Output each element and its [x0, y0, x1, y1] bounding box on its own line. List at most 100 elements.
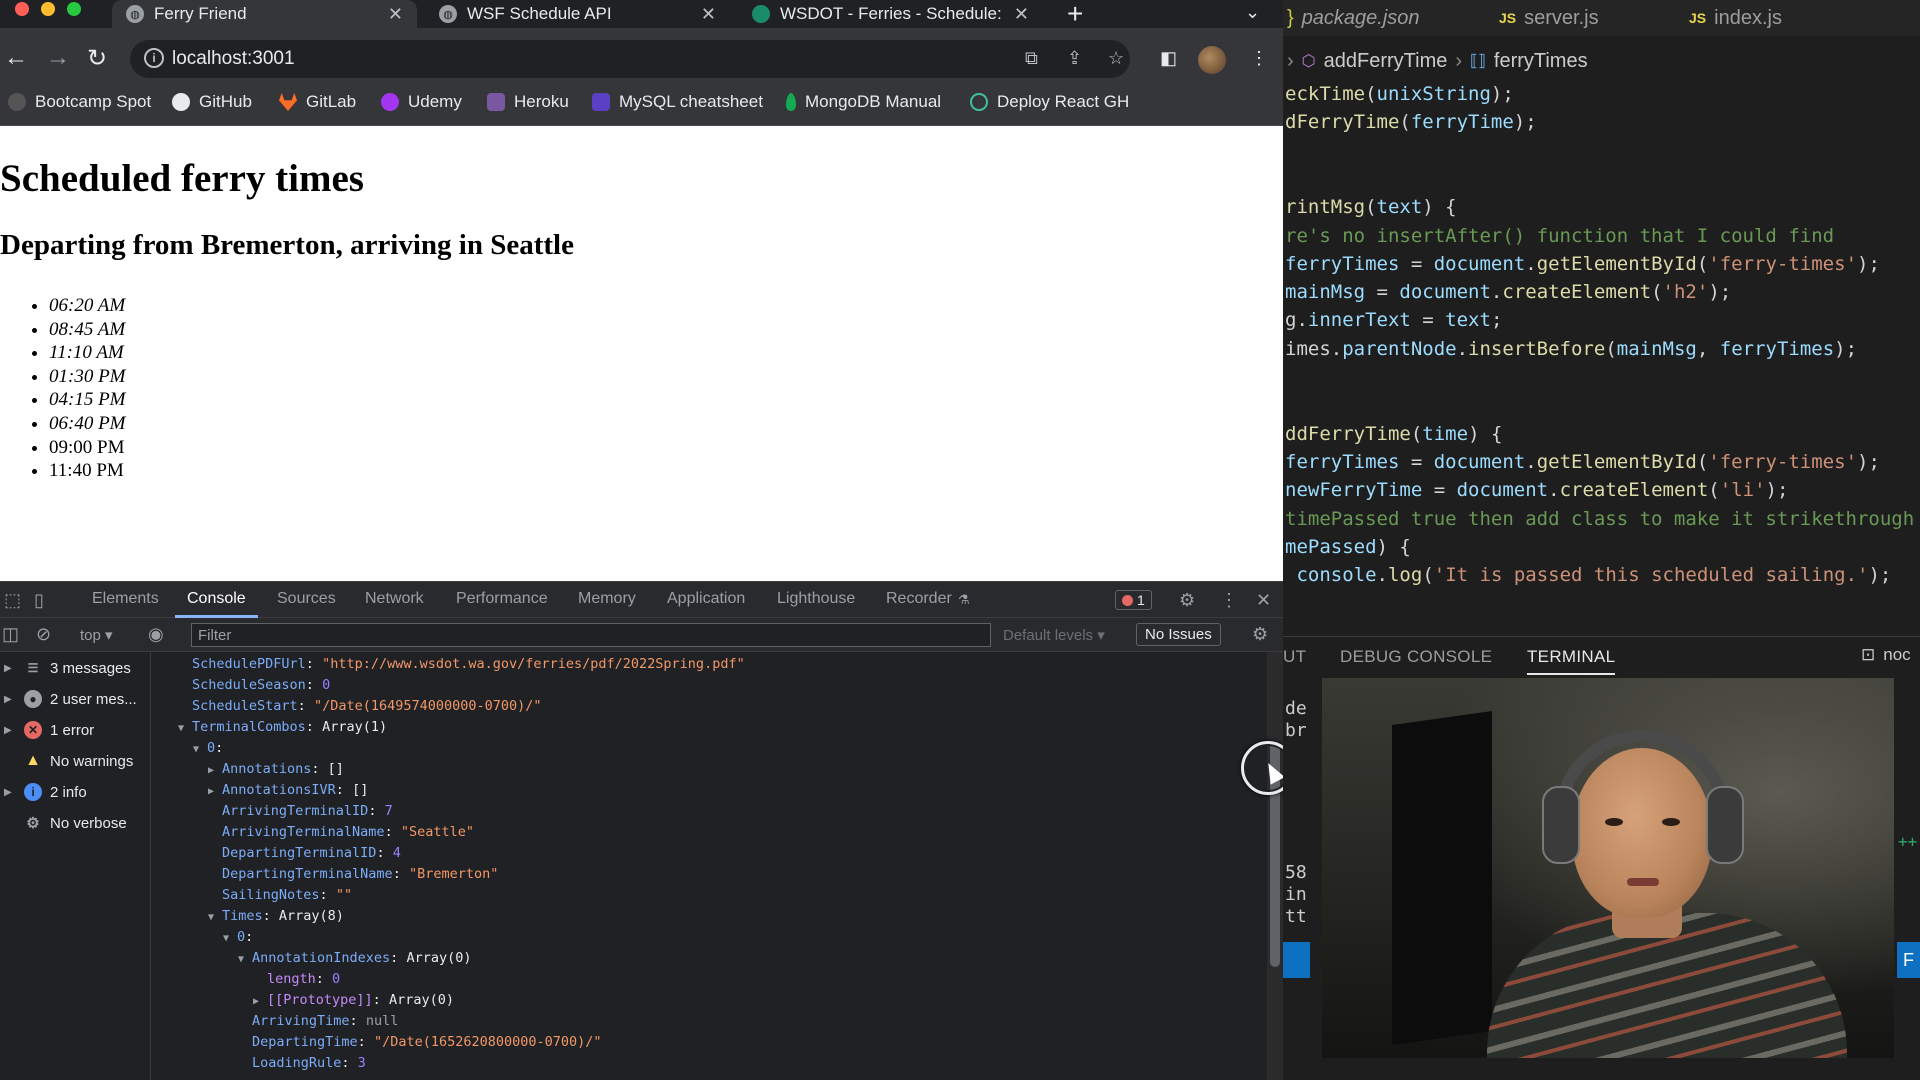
side-panel-icon[interactable]: ◧ [1160, 48, 1177, 69]
expand-arrow-icon[interactable]: ▶ [208, 760, 222, 781]
collapse-arrow-icon[interactable]: ▼ [193, 739, 207, 760]
bookmark-mysql-cheatsheet[interactable]: MySQL cheatsheet [592, 92, 763, 112]
tab-wsf-schedule-api[interactable]: ◍ WSF Schedule API ✕ [425, 0, 730, 28]
tab-index-js[interactable]: JS index.js [1689, 0, 1782, 36]
devtools-tab-console[interactable]: Console [175, 590, 258, 618]
close-window-button[interactable] [15, 2, 29, 16]
expand-arrow-icon[interactable]: ▶ [253, 991, 267, 1012]
code-line[interactable]: g.innerText = text; [1285, 306, 1502, 334]
code-line[interactable]: ferryTimes = document.getElementById('fe… [1285, 250, 1880, 278]
close-tab-icon[interactable]: ✕ [1014, 4, 1029, 25]
console-property-row[interactable]: ▼ Times: Array(8) [208, 906, 344, 927]
code-line[interactable]: eckTime(unixString); [1285, 80, 1514, 108]
collapse-arrow-icon[interactable]: ▼ [238, 949, 252, 970]
maximize-window-button[interactable] [67, 2, 81, 16]
sidebar-item-warnings[interactable]: ▲ No warnings [0, 747, 151, 775]
sidebar-item-info[interactable]: ▶ i 2 info [0, 778, 151, 806]
open-in-app-icon[interactable]: ⧉ [1025, 48, 1038, 69]
console-property-row[interactable]: ▼ 0: [223, 927, 253, 948]
reload-icon[interactable]: ↻ [87, 44, 107, 73]
info-icon[interactable]: i [144, 48, 164, 68]
tab-package-json[interactable]: } package.json [1287, 0, 1420, 36]
code-line[interactable]: mainMsg = document.createElement('h2'); [1285, 278, 1731, 306]
bookmark-heroku[interactable]: Heroku [487, 92, 569, 112]
expand-arrow-icon[interactable]: ▶ [4, 787, 14, 798]
close-tab-icon[interactable]: ✕ [701, 4, 716, 25]
forward-arrow-icon[interactable]: → [46, 44, 70, 72]
bookmark-github[interactable]: GitHub [172, 92, 252, 112]
sidebar-item-errors[interactable]: ▶ ✕ 1 error [0, 716, 151, 744]
expand-arrow-icon[interactable]: ▶ [208, 781, 222, 802]
tab-ferry-friend[interactable]: ◍ Ferry Friend ✕ [112, 0, 417, 28]
code-line[interactable]: re's no insertAfter() function that I co… [1285, 222, 1834, 250]
star-bookmark-icon[interactable]: ☆ [1108, 48, 1124, 69]
code-line[interactable]: dFerryTime(ferryTime); [1285, 108, 1537, 136]
devtools-tab-recorder[interactable]: Recorder [886, 590, 952, 608]
new-tab-plus-icon[interactable]: + [1067, 0, 1083, 30]
sidebar-toggle-icon[interactable]: ◫ [2, 624, 19, 645]
devtools-tab-application[interactable]: Application [667, 590, 745, 608]
bookmark-mongodb-manual[interactable]: MongoDB Manual [786, 92, 941, 112]
code-line[interactable]: rintMsg(text) { [1285, 193, 1457, 221]
terminal-selector[interactable]: ⊡ noc [1861, 645, 1911, 665]
close-icon[interactable]: ✕ [1256, 590, 1271, 611]
log-levels-dropdown[interactable]: Default levels ▾ [1003, 626, 1105, 644]
inspect-element-icon[interactable]: ⬚ [4, 590, 21, 611]
code-line[interactable]: console.log('It is passed this scheduled… [1285, 561, 1891, 589]
console-property-row[interactable]: ▼ 0: [193, 738, 223, 759]
gear-icon[interactable]: ⚙ [1179, 590, 1195, 611]
tab-server-js[interactable]: JS server.js [1499, 0, 1599, 36]
console-property-row[interactable]: ▼ AnnotationIndexes: Array(0) [238, 948, 471, 969]
device-toolbar-icon[interactable]: ▯ [34, 590, 44, 611]
panel-tab-terminal[interactable]: TERMINAL [1527, 647, 1616, 675]
sidebar-item-verbose[interactable]: ⚙ No verbose [0, 809, 151, 837]
issues-button[interactable]: No Issues [1136, 623, 1221, 646]
bookmark-gitlab[interactable]: GitLab [279, 92, 356, 112]
devtools-tab-performance[interactable]: Performance [456, 590, 548, 608]
panel-tab-debug-console[interactable]: DEBUG CONSOLE [1340, 647, 1492, 667]
console-property-row[interactable]: ▶ [[Prototype]]: Array(0) [253, 990, 454, 1011]
bookmark-udemy[interactable]: Udemy [381, 92, 462, 112]
collapse-arrow-icon[interactable]: ▼ [223, 928, 237, 949]
bookmark-bootcamp-spot[interactable]: Bootcamp Spot [8, 92, 151, 112]
tab-wsdot-ferries[interactable]: WSDOT - Ferries - Schedule: S ✕ [738, 0, 1043, 28]
clear-console-icon[interactable]: ⊘ [36, 624, 51, 645]
back-arrow-icon[interactable]: ← [4, 44, 28, 72]
chevron-down-icon[interactable]: ⌄ [1245, 2, 1260, 23]
breadcrumb-item[interactable]: addFerryTime [1324, 50, 1448, 73]
eye-icon[interactable]: ◉ [148, 624, 164, 645]
expand-arrow-icon[interactable]: ▶ [4, 725, 14, 736]
code-line[interactable]: timePassed true then add class to make i… [1285, 505, 1914, 533]
devtools-tab-sources[interactable]: Sources [277, 590, 336, 608]
code-line[interactable]: mePassed) { [1285, 533, 1411, 561]
kebab-menu-icon[interactable]: ⋮ [1220, 590, 1238, 611]
code-line[interactable]: ddFerryTime(time) { [1285, 420, 1502, 448]
address-bar[interactable]: i localhost:3001 [130, 40, 1130, 78]
collapse-arrow-icon[interactable]: ▼ [208, 907, 222, 928]
console-property-row[interactable]: ▼ TerminalCombos: Array(1) [178, 717, 387, 738]
share-icon[interactable]: ⇪ [1067, 48, 1082, 69]
close-tab-icon[interactable]: ✕ [388, 4, 403, 25]
breadcrumb-item[interactable]: ferryTimes [1494, 50, 1588, 73]
console-scrollbar[interactable] [1267, 652, 1283, 1080]
context-selector[interactable]: top ▾ [80, 626, 113, 644]
expand-arrow-icon[interactable]: ▶ [4, 663, 14, 674]
devtools-tab-lighthouse[interactable]: Lighthouse [777, 590, 855, 608]
sidebar-item-user-messages[interactable]: ▶ ● 2 user mes... [0, 685, 151, 713]
code-line[interactable]: ferryTimes = document.getElementById('fe… [1285, 448, 1880, 476]
expand-arrow-icon[interactable]: ▶ [4, 694, 14, 705]
profile-avatar[interactable] [1198, 46, 1226, 74]
kebab-menu-icon[interactable]: ⋮ [1250, 48, 1268, 69]
panel-tab-output[interactable]: UT [1283, 647, 1306, 667]
gear-icon[interactable]: ⚙ [1252, 624, 1268, 645]
devtools-tab-elements[interactable]: Elements [92, 590, 159, 608]
console-property-row[interactable]: ▶ Annotations: [] [208, 759, 344, 780]
devtools-tab-memory[interactable]: Memory [578, 590, 636, 608]
code-editor[interactable]: eckTime(unixString); dFerryTime(ferryTime… [1283, 78, 1920, 626]
bookmark-deploy-react-gh[interactable]: Deploy React GH [970, 92, 1129, 112]
console-property-row[interactable]: ▶ AnnotationsIVR: [] [208, 780, 368, 801]
error-count-badge[interactable]: 1 [1115, 590, 1152, 610]
console-filter-input[interactable] [191, 623, 991, 647]
minimize-window-button[interactable] [41, 2, 55, 16]
code-line[interactable]: imes.parentNode.insertBefore(mainMsg, fe… [1285, 335, 1857, 363]
